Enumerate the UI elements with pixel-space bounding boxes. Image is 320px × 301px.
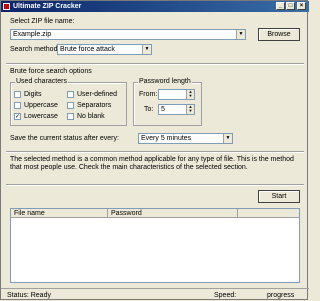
column-header-file-name[interactable]: File name xyxy=(11,209,108,218)
separators-checkbox[interactable] xyxy=(67,102,74,109)
length-group-title: Password length xyxy=(138,78,192,85)
checkmark-icon: ✓ xyxy=(15,114,21,120)
charset-group: Used characters Digits Uppercase ✓ Lower… xyxy=(10,78,127,126)
results-table-header: File name Password xyxy=(11,209,299,218)
maximize-button[interactable]: □ xyxy=(286,2,295,10)
close-button[interactable]: × xyxy=(297,2,306,10)
results-table[interactable]: File name Password xyxy=(10,208,300,283)
window-title: Ultimate ZIP Cracker xyxy=(13,3,82,10)
spin-down-icon[interactable]: ▼ xyxy=(187,109,194,113)
digits-label: Digits xyxy=(24,91,42,98)
file-combo[interactable]: Example.zip ▼ xyxy=(10,29,246,40)
separators-label: Separators xyxy=(77,102,112,109)
main-window: Ultimate ZIP Cracker _ □ × Select ZIP fi… xyxy=(0,0,309,301)
from-stepper[interactable]: ▲ ▼ xyxy=(158,89,195,100)
chevron-down-icon[interactable]: ▼ xyxy=(236,30,245,39)
autosave-value: Every 5 minutes xyxy=(141,135,192,142)
column-header-password[interactable]: Password xyxy=(108,209,238,218)
divider xyxy=(6,184,304,186)
start-button[interactable]: Start xyxy=(258,190,300,203)
app-icon xyxy=(3,3,10,10)
method-label: Search method: xyxy=(10,46,60,53)
to-spin-buttons[interactable]: ▲ ▼ xyxy=(186,105,194,114)
method-description: The selected method is a common method a… xyxy=(10,156,294,171)
divider xyxy=(6,63,304,65)
autosave-label: Save the current status after every: xyxy=(10,135,119,142)
to-stepper[interactable]: 5 ▲ ▼ xyxy=(158,104,195,115)
lowercase-checkbox[interactable]: ✓ xyxy=(14,113,21,120)
browse-button[interactable]: Browse xyxy=(258,28,300,41)
autosave-combo[interactable]: Every 5 minutes ▼ xyxy=(138,133,233,144)
uppercase-checkbox[interactable] xyxy=(14,102,21,109)
to-value: 5 xyxy=(161,106,165,113)
user-defined-label: User-defined xyxy=(77,91,118,98)
method-value: Brute force attack xyxy=(60,46,115,53)
title-bar[interactable]: Ultimate ZIP Cracker _ □ × xyxy=(1,1,309,12)
length-group: Password length From: ▲ ▼ To: 5 ▲ ▼ xyxy=(133,78,202,126)
minimize-button[interactable]: _ xyxy=(276,2,285,10)
status-bar: Status: Ready Speed: progress xyxy=(1,288,309,301)
charset-group-title: Used characters xyxy=(15,78,68,85)
to-label: To: xyxy=(144,106,154,113)
user-defined-checkbox[interactable] xyxy=(67,91,74,98)
divider xyxy=(6,151,304,153)
options-section-label: Brute force search options xyxy=(10,68,92,75)
digits-checkbox[interactable] xyxy=(14,91,21,98)
from-label: From: xyxy=(139,91,158,98)
file-label: Select ZIP file name: xyxy=(10,18,75,25)
from-spin-buttons[interactable]: ▲ ▼ xyxy=(186,90,194,99)
method-combo[interactable]: Brute force attack ▼ xyxy=(57,44,152,55)
spin-down-icon[interactable]: ▼ xyxy=(187,94,194,98)
file-value: Example.zip xyxy=(13,31,52,38)
chevron-down-icon[interactable]: ▼ xyxy=(142,45,151,54)
no-blank-label: No blank xyxy=(77,113,105,120)
no-blank-checkbox[interactable] xyxy=(67,113,74,120)
uppercase-label: Uppercase xyxy=(24,102,58,109)
chevron-down-icon[interactable]: ▼ xyxy=(223,134,232,143)
lowercase-label: Lowercase xyxy=(24,113,58,120)
